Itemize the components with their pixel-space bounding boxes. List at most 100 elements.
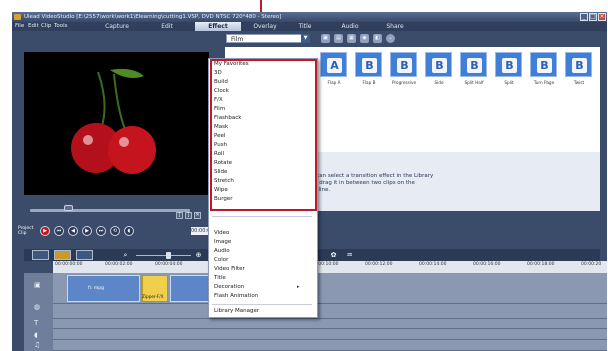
maximize-button[interactable]: □ bbox=[589, 13, 597, 21]
menu-file[interactable]: File bbox=[15, 22, 24, 31]
thumb-caption: Turn Page bbox=[533, 80, 555, 85]
title-bar: Ulead VideoStudio [E:\2557\work\work1\El… bbox=[12, 12, 607, 22]
transition-icon: B bbox=[397, 58, 412, 73]
music-track[interactable] bbox=[53, 340, 607, 351]
timeline-ruler[interactable]: 00:00:00:00 00:00:02:00 00:00:04:00 00:0… bbox=[53, 261, 607, 273]
submenu-arrow-icon: ▸ bbox=[297, 284, 300, 290]
storyboard-view-button[interactable] bbox=[32, 250, 49, 260]
transition-thumb-progressive[interactable]: B bbox=[390, 52, 417, 77]
library-category-select[interactable]: Film bbox=[226, 34, 310, 43]
transition-thumb-turn-page[interactable]: B bbox=[530, 52, 557, 77]
volume-icon[interactable]: ◖ bbox=[124, 226, 134, 236]
menu-edit[interactable]: Edit bbox=[28, 22, 39, 31]
apply-icon[interactable]: ◉ bbox=[360, 34, 369, 43]
dropdown-item-flash-animation[interactable]: Flash Animation bbox=[214, 293, 258, 300]
thumb-caption: Flap A bbox=[327, 80, 341, 85]
transition-thumb-flap-b[interactable]: B bbox=[355, 52, 382, 77]
tab-overlay[interactable]: Overlay bbox=[242, 22, 288, 31]
repeat-icon[interactable]: ⟲ bbox=[110, 226, 120, 236]
chevron-down-icon[interactable]: ▼ bbox=[301, 34, 310, 43]
ruler-tick: 00:00:16:00 bbox=[473, 262, 501, 267]
home-icon[interactable]: ⏮ bbox=[54, 226, 64, 236]
expand-icon[interactable]: ⌄ bbox=[386, 34, 395, 43]
end-icon[interactable]: ⏭ bbox=[96, 226, 106, 236]
transition-thumb-side[interactable]: B bbox=[425, 52, 452, 77]
zoom-in-icon[interactable]: ⊕ bbox=[193, 250, 204, 260]
minimize-button[interactable]: _ bbox=[580, 13, 588, 21]
transition-thumb-flap-a[interactable]: A bbox=[320, 52, 347, 77]
scrub-bar[interactable] bbox=[30, 209, 190, 212]
mark-out-button[interactable]: ] bbox=[185, 212, 192, 219]
audio-view-button[interactable] bbox=[76, 250, 93, 260]
zoom-slider-handle[interactable] bbox=[166, 252, 171, 259]
previous-frame-icon[interactable]: ◀ bbox=[68, 226, 78, 236]
ruler-tick: 00:00:00:00 bbox=[55, 262, 83, 267]
tab-title[interactable]: Title bbox=[290, 22, 320, 31]
tab-share[interactable]: Share bbox=[377, 22, 413, 31]
clip-label: fr. mpg bbox=[88, 286, 104, 291]
next-frame-icon[interactable]: ▶ bbox=[82, 226, 92, 236]
scrub-handle[interactable] bbox=[64, 205, 73, 211]
close-button[interactable]: × bbox=[598, 13, 606, 21]
transition-icon: B bbox=[572, 58, 587, 73]
zoom-slider[interactable] bbox=[136, 255, 191, 256]
dropdown-item-video[interactable]: Video bbox=[214, 230, 229, 237]
title-track-icon: T bbox=[34, 319, 39, 327]
menu-tools[interactable]: Tools bbox=[54, 22, 68, 31]
cherry-preview-image bbox=[71, 68, 156, 174]
ruler-tick: 00:00:04:00 bbox=[155, 262, 183, 267]
thumb-caption: Flap B bbox=[362, 80, 376, 85]
library-info-text: You can select a transition effect in th… bbox=[305, 173, 434, 193]
transition-icon: B bbox=[502, 58, 517, 73]
split-clip-button[interactable]: ✕ bbox=[194, 212, 201, 219]
tab-capture[interactable]: Capture bbox=[95, 22, 139, 31]
dropdown-item-image[interactable]: Image bbox=[214, 239, 231, 246]
transition-thumb-twist[interactable]: B bbox=[565, 52, 592, 77]
transition-icon: B bbox=[537, 58, 552, 73]
dropdown-item-decoration[interactable]: Decoration bbox=[214, 284, 244, 291]
thumb-caption: Split Half bbox=[464, 80, 484, 85]
transition-icon: B bbox=[467, 58, 482, 73]
transition-thumb-split-half[interactable]: B bbox=[460, 52, 487, 77]
folder-icon[interactable]: ▤ bbox=[334, 34, 343, 43]
highlight-box bbox=[210, 59, 317, 211]
mark-in-button[interactable]: [ bbox=[176, 212, 183, 219]
library-toolbar: Film ▼ ▣ ▤ ▦ ◉ ◧ ⌄ bbox=[226, 34, 476, 44]
ruler-tick: 00:00:14:00 bbox=[419, 262, 447, 267]
voice-track[interactable] bbox=[53, 329, 607, 340]
overlay-track-icon: ◍ bbox=[34, 303, 41, 311]
window-title: Ulead VideoStudio [E:\2557\work\work1\El… bbox=[24, 14, 282, 20]
sort-icon[interactable]: ◧ bbox=[373, 34, 382, 43]
import-icon[interactable]: ▣ bbox=[321, 34, 330, 43]
zoom-out-icon[interactable]: ⌕ bbox=[120, 250, 131, 260]
tab-effect[interactable]: Effect bbox=[195, 22, 241, 31]
transition-icon: B bbox=[362, 58, 377, 73]
dropdown-item-video-filter[interactable]: Video Filter bbox=[214, 266, 245, 273]
thumb-caption: Progressive bbox=[391, 80, 417, 85]
view-icon[interactable]: ▦ bbox=[347, 34, 356, 43]
dropdown-item-color[interactable]: Color bbox=[214, 257, 228, 264]
menu-clip[interactable]: Clip bbox=[41, 22, 51, 31]
mixer-icon[interactable]: ♒ bbox=[344, 250, 355, 260]
transition-icon: B bbox=[432, 58, 447, 73]
timeline-view-button[interactable] bbox=[54, 250, 71, 260]
ruler-tick: 00:00:20 bbox=[581, 262, 602, 267]
tab-audio[interactable]: Audio bbox=[332, 22, 368, 31]
play-icon[interactable]: ▶ bbox=[40, 226, 50, 236]
transition-icon: A bbox=[327, 58, 342, 73]
title-track[interactable] bbox=[53, 319, 607, 329]
dropdown-item-title[interactable]: Title bbox=[214, 275, 226, 282]
video-clip[interactable]: fr. mpg bbox=[67, 275, 140, 302]
dropdown-item-audio[interactable]: Audio bbox=[214, 248, 230, 255]
dropdown-item-library-manager[interactable]: Library Manager bbox=[214, 308, 259, 315]
tab-edit[interactable]: Edit bbox=[147, 22, 187, 31]
preview-mode-toggle[interactable]: Project Clip bbox=[18, 226, 33, 236]
effects-icon[interactable]: ✿ bbox=[328, 250, 339, 260]
transition-thumb-split[interactable]: B bbox=[495, 52, 522, 77]
voice-track-icon: ◖ bbox=[34, 331, 38, 339]
dropdown-separator bbox=[212, 304, 312, 305]
menu-bar: File Edit Clip Tools Capture Edit Effect… bbox=[12, 22, 607, 31]
dropdown-separator bbox=[212, 216, 312, 217]
overlay-track[interactable] bbox=[53, 304, 607, 319]
thumb-caption: Split bbox=[504, 80, 514, 85]
